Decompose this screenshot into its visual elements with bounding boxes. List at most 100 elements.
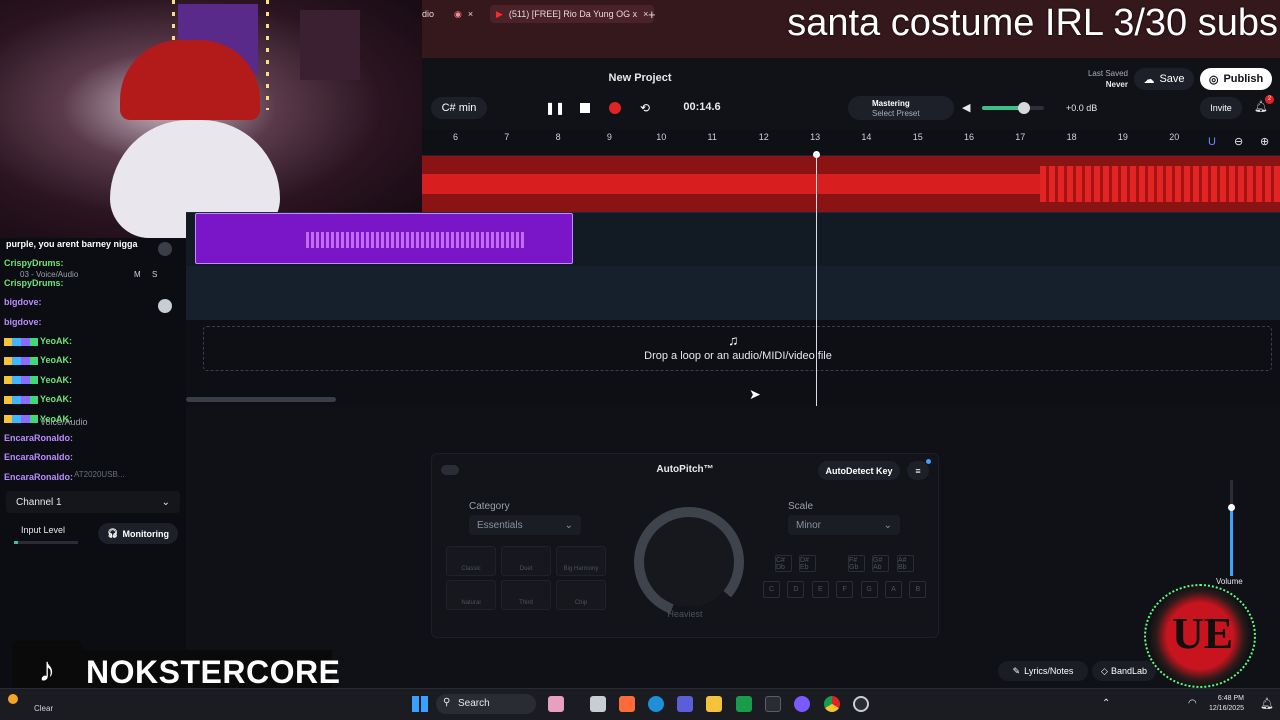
- speaker-icon[interactable]: ◀: [962, 101, 970, 114]
- record-button[interactable]: [604, 98, 626, 118]
- magnet-icon[interactable]: U: [1208, 136, 1216, 148]
- bandlab-button[interactable]: ◇ BandLab: [1092, 661, 1156, 681]
- ruler-tick: 7: [504, 132, 510, 142]
- chat-message: bigdove:: [4, 317, 44, 327]
- mute-button[interactable]: M: [134, 270, 141, 279]
- waveform: [1040, 166, 1280, 202]
- project-name[interactable]: New Project: [560, 72, 720, 84]
- ruler-tick: 8: [555, 132, 561, 142]
- autopitch-amount-knob[interactable]: [634, 507, 744, 617]
- scale-key-button[interactable]: F: [836, 581, 854, 598]
- windows-start-icon[interactable]: [412, 696, 428, 712]
- pause-button[interactable]: ❚❚: [544, 98, 566, 118]
- scale-key-button[interactable]: G# Ab: [872, 555, 889, 572]
- ruler-tick: 12: [758, 132, 769, 142]
- browser-tab-active[interactable]: ▶ (511) [FREE] Rio Da Yung OG x ×: [490, 5, 655, 23]
- playhead-handle[interactable]: [813, 151, 820, 158]
- time-display: 00:14.6: [683, 101, 721, 113]
- lyrics-notes-button[interactable]: ✎ Lyrics/Notes: [998, 661, 1088, 681]
- autopitch-toggle[interactable]: [441, 465, 459, 475]
- scale-label: Scale: [788, 501, 814, 512]
- volume-knob[interactable]: [1018, 102, 1030, 114]
- weather-text: Clear: [34, 704, 54, 713]
- copilot-icon[interactable]: [619, 696, 635, 712]
- ruler-tick: 11: [707, 132, 717, 142]
- taskbar-search[interactable]: ⚲ Search: [436, 694, 536, 714]
- file-explorer-icon[interactable]: [706, 696, 722, 712]
- obs-icon[interactable]: [794, 696, 810, 712]
- pan-knob[interactable]: [158, 299, 172, 313]
- fader-knob[interactable]: [1228, 504, 1235, 511]
- scale-key-button[interactable]: A# Bb: [897, 555, 914, 572]
- autopitch-preset-button[interactable]: Third: [501, 580, 551, 610]
- new-tab-button[interactable]: +: [648, 5, 656, 23]
- mastering-preset-button[interactable]: Mastering Select Preset: [848, 96, 954, 120]
- chat-username: EncaraRonaldo:: [4, 471, 74, 482]
- task-view-icon[interactable]: [590, 696, 606, 712]
- stop-button[interactable]: [574, 98, 596, 118]
- category-dropdown[interactable]: Essentials ⌄: [469, 515, 581, 535]
- autopitch-preset-button[interactable]: Duet: [501, 546, 551, 576]
- ruler-tick: 14: [861, 132, 872, 142]
- ruler-tick: 13: [810, 132, 821, 142]
- master-volume-slider[interactable]: [982, 102, 1044, 114]
- autopitch-preset-button[interactable]: Big Harmony: [556, 546, 606, 576]
- settings-sliders-icon[interactable]: ≡: [907, 461, 929, 480]
- edge-icon[interactable]: [648, 696, 664, 712]
- chat-message: purple, you arent barney nigga: [4, 239, 138, 249]
- publish-button[interactable]: ◎ Publish: [1200, 68, 1272, 90]
- store-icon[interactable]: [765, 696, 781, 712]
- scale-key-button[interactable]: G: [860, 581, 878, 598]
- audio-clip-purple[interactable]: [195, 213, 573, 264]
- timeline-ruler[interactable]: [422, 130, 1280, 156]
- channel-dropdown[interactable]: Channel 1 ⌄: [6, 491, 180, 513]
- solo-button[interactable]: S: [152, 270, 157, 279]
- autopitch-preset-button[interactable]: Classic: [446, 546, 496, 576]
- input-device[interactable]: AT2020USB...: [74, 470, 125, 479]
- scale-key-button[interactable]: F# Gb: [848, 555, 865, 572]
- horizontal-scrollbar[interactable]: [186, 397, 336, 402]
- audio-track-clip-red[interactable]: [422, 156, 1280, 212]
- scale-key-button[interactable]: A: [885, 581, 902, 598]
- scale-key-button[interactable]: C: [763, 581, 780, 598]
- music-note-icon: ♫: [728, 332, 739, 348]
- taskbar-clock[interactable]: 6:48 PM 12/16/2025: [1208, 694, 1244, 714]
- chrome-icon[interactable]: [824, 696, 840, 712]
- ruler-tick: 17: [1015, 132, 1026, 142]
- scale-key-button[interactable]: B: [909, 581, 927, 598]
- monitoring-button[interactable]: 🎧︎ Monitoring: [98, 523, 178, 544]
- chevron-up-icon[interactable]: ⌃: [1102, 698, 1110, 709]
- ue-logo-sticker: UE: [1144, 584, 1256, 688]
- volume-fader[interactable]: [1228, 480, 1235, 576]
- chevron-down-icon: ⌄: [161, 497, 170, 508]
- browser-tab[interactable]: dio ◉ ×: [422, 5, 473, 23]
- key-selector[interactable]: C# min: [431, 97, 487, 119]
- invite-button[interactable]: Invite: [1200, 97, 1242, 119]
- scale-key-button[interactable]: E: [811, 581, 829, 598]
- autopitch-preset-button[interactable]: Chip: [556, 580, 606, 610]
- autodetect-key-button[interactable]: AutoDetect Key: [818, 461, 900, 480]
- chat-message: YeoAK:: [4, 355, 74, 365]
- excel-icon[interactable]: [736, 696, 752, 712]
- close-icon[interactable]: ×: [468, 9, 473, 19]
- app-icon[interactable]: [853, 696, 869, 712]
- record-icon: [609, 102, 621, 114]
- autopitch-preset-button[interactable]: Natural: [446, 580, 496, 610]
- wifi-icon[interactable]: ◠: [1188, 698, 1197, 709]
- zoom-in-icon[interactable]: ⊕: [1260, 135, 1269, 148]
- wall-poster: [300, 10, 360, 80]
- scale-key-button[interactable]: D: [787, 581, 805, 598]
- track-lane[interactable]: [186, 266, 1280, 320]
- scale-key-button[interactable]: D# Eb: [799, 555, 816, 572]
- category-label: Category: [469, 501, 510, 512]
- teams-icon[interactable]: [677, 696, 693, 712]
- zoom-out-icon[interactable]: ⊖: [1234, 135, 1243, 148]
- playhead[interactable]: [816, 152, 817, 406]
- loop-button[interactable]: ⟲: [634, 98, 656, 118]
- scale-dropdown[interactable]: Minor ⌄: [788, 515, 900, 535]
- notifications-icon[interactable]: 🔔︎: [1260, 697, 1274, 710]
- widgets-icon[interactable]: [548, 696, 564, 712]
- save-button[interactable]: ☁ Save: [1134, 68, 1194, 90]
- pan-knob[interactable]: [158, 242, 172, 256]
- scale-key-button[interactable]: C# Db: [775, 555, 792, 572]
